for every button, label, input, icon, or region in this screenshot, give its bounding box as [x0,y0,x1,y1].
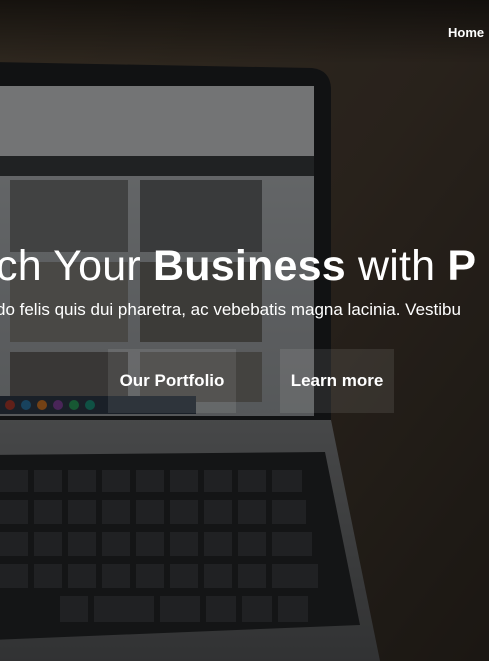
hero-headline: ch Your Business with P [0,240,476,292]
hero-subtitle: do felis quis dui pharetra, ac vebebatis… [0,300,461,319]
our-portfolio-button[interactable]: Our Portfolio [108,349,236,413]
headline-text-bold: Business [153,242,346,290]
headline-text-part2: with [345,242,448,290]
hero-overlay [0,0,489,661]
headline-text-part1: ch Your [0,242,154,290]
headline-text-part3: P [447,242,477,290]
learn-more-button[interactable]: Learn more [280,349,394,413]
nav-link-home[interactable]: Home [448,25,484,40]
top-navbar: Home [0,0,489,64]
hero-section [0,0,489,661]
